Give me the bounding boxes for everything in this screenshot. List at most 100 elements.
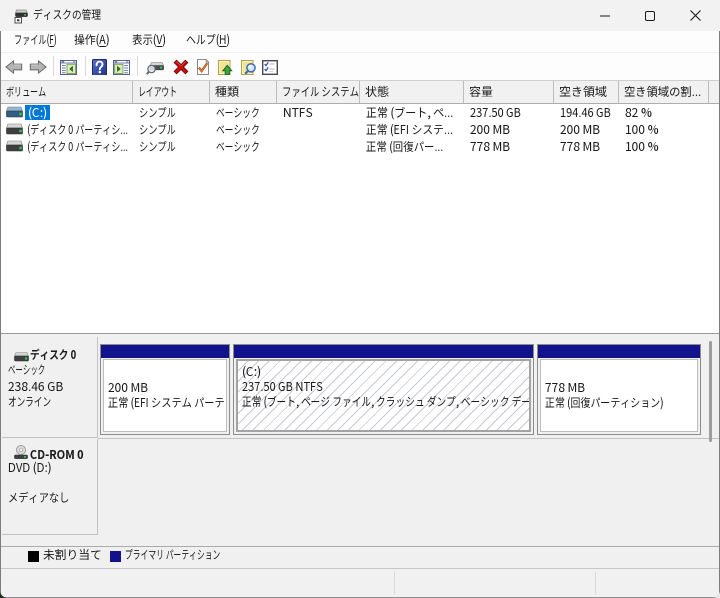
partition-efi-body: 200 MB 正常 (EFI システム パーテ	[103, 359, 227, 432]
partition-status-label: 正常 (回復パーティション)	[545, 394, 664, 411]
disk-0-label-cell[interactable]: ディスク 0 ベーシック 238.46 GB オンライン	[2, 337, 98, 438]
volume-name-cell: (C:)	[1, 104, 133, 121]
minimize-button[interactable]	[582, 0, 628, 31]
menu-action[interactable]: 操作(A)	[74, 31, 109, 48]
toolbar-separator	[85, 56, 86, 76]
graph-pane-scrollbar[interactable]	[709, 341, 712, 442]
help-button[interactable]	[90, 58, 108, 76]
column-header[interactable]: 容量	[464, 81, 554, 103]
volume-list-header: ボリューム レイアウト 種類 ファイル システム 状態 容量 空き領域 空き領域の割...	[1, 81, 719, 104]
volume-cell-value: 200 MB	[470, 121, 511, 138]
disk-magnifier-icon	[146, 61, 164, 75]
back-button[interactable]	[5, 58, 23, 76]
volume-name-cell: (ディスク 0 パーティシ...	[1, 138, 133, 155]
volume-row[interactable]: (ディスク 0 パーティシ... シンプル ベーシック 正常 (回復パー... 778 …	[1, 138, 719, 155]
toolbar	[1, 53, 719, 81]
partition-recovery[interactable]: 778 MB 正常 (回復パーティション)	[537, 344, 701, 435]
volume-cell-value: シンプル	[139, 138, 176, 155]
column-header[interactable]: 空き領域の割...	[619, 81, 709, 103]
show-action-pane-button[interactable]	[112, 58, 130, 76]
partition-color-band	[538, 345, 700, 358]
titlebar: ディスクの管理	[0, 0, 720, 31]
volume-cell-status: 正常 (ブート, ペ...	[360, 104, 464, 121]
partition-status-label: 正常 (EFI システム パーテ	[108, 394, 225, 411]
maximize-button[interactable]	[627, 0, 673, 31]
partition-color-band	[101, 345, 229, 358]
forward-arrow-icon	[29, 59, 47, 75]
cdrom-label-cell[interactable]: CD-ROM 0 DVD (D:) メディアなし	[2, 439, 98, 535]
volume-cell-value: シンプル	[139, 121, 176, 138]
column-header-label: 空き領域	[559, 83, 608, 100]
volume-cell-value: ベーシック	[216, 138, 260, 155]
volume-cell-file_system: NTFS	[277, 104, 360, 121]
partition-size-label: 778 MB	[545, 379, 586, 396]
disk-row-divider	[98, 438, 719, 439]
column-header-label: 状態	[365, 83, 390, 100]
partition-size-label: 200 MB	[108, 379, 149, 396]
explore-button[interactable]	[239, 58, 257, 76]
column-header[interactable]: ファイル システム	[277, 81, 360, 103]
disk-status: オンライン	[8, 393, 52, 410]
document-check-icon	[197, 59, 210, 75]
disk-graph-pane: ディスク 0 ベーシック 238.46 GB オンライン 200 MB 正常 (…	[1, 333, 719, 546]
forward-button[interactable]	[29, 58, 47, 76]
volume-cell-percent_free: 82 %	[619, 104, 709, 121]
legend-label-unallocated: 未割り当て	[43, 546, 102, 563]
column-header-label: 種類	[215, 83, 240, 100]
volume-cell-free_space: 194.46 GB	[554, 104, 619, 121]
menu-view[interactable]: 表示(V)	[132, 31, 166, 48]
partition-efi[interactable]: 200 MB 正常 (EFI システム パーテ	[100, 344, 230, 435]
volume-cell-value: ベーシック	[216, 104, 260, 121]
minimize-icon	[600, 15, 610, 16]
volume-cell-percent_free: 100 %	[619, 121, 709, 138]
menubar: ファイル(F) 操作(A) 表示(V) ヘルプ(H)	[1, 31, 719, 53]
mark-partition-active-button[interactable]	[194, 58, 212, 76]
column-header[interactable]: 種類	[210, 81, 277, 103]
menu-help[interactable]: ヘルプ(H)	[186, 31, 230, 48]
column-header-label: ファイル システム	[282, 83, 359, 100]
window-title: ディスクの管理	[33, 6, 102, 23]
volume-row[interactable]: (ディスク 0 パーティシ... シンプル ベーシック 正常 (EFI システ... 2…	[1, 121, 719, 138]
column-header-label: 空き領域の割...	[624, 83, 702, 100]
partition-status-label: 正常 (ブート, ページ ファイル, クラッシュ ダンプ, ベーシック データ	[242, 393, 531, 410]
close-icon	[690, 10, 701, 21]
properties-checklist-icon	[262, 59, 278, 75]
volume-cell-value: 194.46 GB	[560, 104, 612, 121]
delete-volume-button[interactable]	[172, 58, 190, 76]
volume-cell-type: ベーシック	[210, 104, 277, 121]
volume-cell-status: 正常 (EFI システ...	[360, 121, 464, 138]
volume-disk-icon	[6, 140, 23, 152]
properties-button[interactable]	[261, 58, 279, 76]
volume-cell-type: ベーシック	[210, 138, 277, 155]
volume-cell-file_system	[277, 138, 360, 155]
volume-row[interactable]: (C:) シンプル ベーシック NTFS 正常 (ブート, ペ... 237.50 GB 1…	[1, 104, 719, 121]
help-icon	[91, 59, 107, 75]
change-drive-letter-button[interactable]	[146, 58, 164, 76]
partition-name-label: (C:)	[242, 363, 262, 380]
column-header[interactable]: ボリューム	[1, 81, 133, 103]
volume-cell-value: 正常 (ブート, ペ...	[366, 104, 454, 121]
volume-cell-layout: シンプル	[133, 138, 210, 155]
partition-c-body: (C:) 237.50 GB NTFS 正常 (ブート, ページ ファイル, ク…	[236, 359, 531, 432]
disk-management-app-icon	[14, 9, 29, 24]
cdrom-type: DVD (D:)	[8, 459, 52, 476]
volume-cell-layout: シンプル	[133, 121, 210, 138]
column-header[interactable]: レイアウト	[133, 81, 210, 103]
column-header[interactable]: 空き領域	[554, 81, 619, 103]
volume-cell-file_system	[277, 121, 360, 138]
volume-cell-capacity: 200 MB	[464, 121, 554, 138]
volume-cell-value: 正常 (回復パー...	[366, 138, 444, 155]
volume-cell-layout: シンプル	[133, 104, 210, 121]
volume-cell-capacity: 778 MB	[464, 138, 554, 155]
show-console-tree-button[interactable]	[59, 58, 77, 76]
partition-c[interactable]: (C:) 237.50 GB NTFS 正常 (ブート, ページ ファイル, ク…	[233, 344, 534, 435]
column-header[interactable]: 状態	[360, 81, 464, 103]
folder-magnifier-icon	[240, 60, 256, 75]
volume-cell-value: 100 %	[625, 121, 659, 138]
volume-cell-value: 正常 (EFI システ...	[366, 121, 453, 138]
menu-file[interactable]: ファイル(F)	[14, 31, 57, 48]
column-header-label: ボリューム	[6, 83, 47, 100]
open-button[interactable]	[216, 58, 234, 76]
close-button[interactable]	[674, 0, 717, 31]
volume-cell-value: 82 %	[625, 104, 653, 121]
